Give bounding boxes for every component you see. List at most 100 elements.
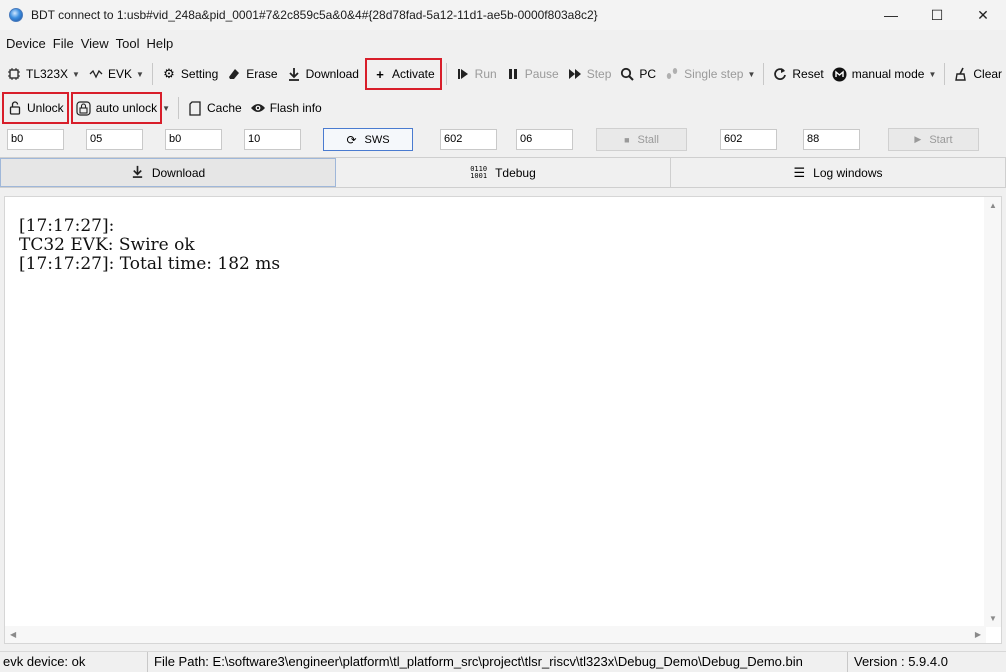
log-output-panel[interactable]: [17:17:27]: TC32 EVK: Swire ok [17:17:27]:… [4,196,1002,644]
param-field-6[interactable]: 06 [516,129,573,150]
pause-label: Pause [524,67,559,81]
stop-icon: ■ [624,134,630,145]
start-button[interactable]: ▶ Start [888,128,979,151]
menu-device[interactable]: Device [6,36,46,51]
stall-button[interactable]: ■ Stall [596,128,687,151]
close-button[interactable]: ✕ [960,0,1006,30]
mode-dropdown[interactable]: manual mode ▼ [828,61,941,87]
clear-label: Clear [973,67,1003,81]
flash-info-label: Flash info [269,101,322,115]
sws-button[interactable]: ⟳ SWS [323,128,413,151]
list-icon: ☰ [793,164,806,180]
menu-view[interactable]: View [81,36,109,51]
chevron-down-icon: ▼ [135,69,144,79]
sws-parameter-row: b0 05 b0 10 ⟳ SWS 602 06 ■ Stall 602 88 … [0,124,1006,156]
activate-label: Activate [391,67,435,81]
pc-label: PC [639,67,657,81]
step-button[interactable]: Step [563,61,616,87]
tab-download-label: Download [151,165,206,180]
chip-icon [6,66,22,82]
unlock-icon [7,100,23,116]
scroll-right-icon[interactable]: ▶ [975,630,981,639]
erase-label: Erase [246,67,278,81]
chip-label: TL323X [26,67,69,81]
download-icon [286,66,302,82]
app-globe-icon [9,8,23,22]
start-label: Start [929,133,953,146]
param-field-7[interactable]: 602 [720,129,777,150]
scroll-up-icon[interactable]: ▲ [989,201,997,210]
menu-help[interactable]: Help [147,36,174,51]
setting-button[interactable]: ⚙ Setting [157,61,222,87]
version-label: Version : 5.9.4.0 [854,654,948,669]
refresh-icon [772,66,788,82]
single-step-label: Single step [684,67,744,81]
download-label: Download [305,67,359,81]
clear-button[interactable]: Clear [949,61,1006,87]
single-step-dropdown[interactable]: Single step ▼ [660,61,759,87]
reset-button[interactable]: Reset [768,61,827,87]
pause-button[interactable]: Pause [501,61,563,87]
log-line: [17:17:27]: Total time: 182 ms [19,254,281,274]
board-label: EVK [107,67,132,81]
unlock-button[interactable]: Unlock [2,92,69,124]
menu-bar: Device File View Tool Help [0,31,1006,55]
menu-tool[interactable]: Tool [116,36,140,51]
tab-download[interactable]: Download [0,158,336,187]
activate-button[interactable]: + Activate [364,58,442,90]
title-bar: BDT connect to 1:usb#vid_248a&pid_0001#7… [0,0,1006,30]
param-field-4[interactable]: 10 [244,129,301,150]
log-line: TC32 EVK: Swire ok [19,235,195,255]
run-button[interactable]: Run [451,61,501,87]
eraser-icon [226,66,242,82]
status-divider [847,652,848,672]
maximize-button[interactable]: ☐ [914,0,960,30]
toolbar-separator [151,63,153,85]
toolbar-separator [445,63,447,85]
param-field-8[interactable]: 88 [803,129,860,150]
auto-unlock-button[interactable]: auto unlock [70,92,163,124]
chip-select-dropdown[interactable]: TL323X ▼ [2,61,84,87]
param-field-3[interactable]: b0 [165,129,222,150]
status-divider [147,652,148,672]
download-button[interactable]: Download [282,61,363,87]
auto-unlock-chevron-down-icon[interactable]: ▼ [162,104,170,113]
menu-file[interactable]: File [53,36,74,51]
scroll-down-icon[interactable]: ▼ [989,614,997,623]
main-toolbar: TL323X ▼ EVK ▼ ⚙ Setting Erase Download … [0,58,1006,90]
auto-lock-icon [76,100,92,116]
device-status: evk device: ok [3,654,86,669]
cache-button[interactable]: Cache [183,95,246,121]
erase-button[interactable]: Erase [222,61,281,87]
gear-icon: ⚙ [163,66,175,81]
search-icon [619,66,635,82]
sync-icon: ⟳ [346,132,357,147]
run-icon [455,66,471,82]
param-field-5[interactable]: 602 [440,129,497,150]
minimize-button[interactable]: — [868,0,914,30]
step-label: Step [586,67,612,81]
flash-info-button[interactable]: Flash info [246,95,326,121]
vertical-scrollbar[interactable]: ▲ ▼ [984,197,1001,627]
scroll-left-icon[interactable]: ◀ [10,630,16,639]
binary-search-icon: 0110 1001 [470,164,488,180]
stall-label: Stall [637,133,659,146]
plus-icon: + [376,66,384,82]
tab-log-windows[interactable]: ☰ Log windows [671,158,1006,187]
tab-tdebug[interactable]: 0110 1001 Tdebug [336,158,671,187]
param-field-2[interactable]: 05 [86,129,143,150]
toolbar-separator [763,63,765,85]
board-select-dropdown[interactable]: EVK ▼ [84,61,148,87]
log-output-text: [17:17:27]: TC32 EVK: Swire ok [17:17:27]:… [19,217,280,274]
mode-label: manual mode [851,67,925,81]
param-field-1[interactable]: b0 [7,129,64,150]
horizontal-scrollbar[interactable]: ◀ ▶ [5,626,986,643]
sd-card-icon [187,100,203,116]
view-tabs: Download 0110 1001 Tdebug ☰ Log windows [0,157,1006,188]
play-icon: ▶ [914,134,922,144]
pause-icon [505,66,521,82]
chevron-down-icon: ▼ [747,69,756,79]
reset-label: Reset [792,67,824,81]
cache-label: Cache [207,101,242,115]
pc-button[interactable]: PC [615,61,660,87]
